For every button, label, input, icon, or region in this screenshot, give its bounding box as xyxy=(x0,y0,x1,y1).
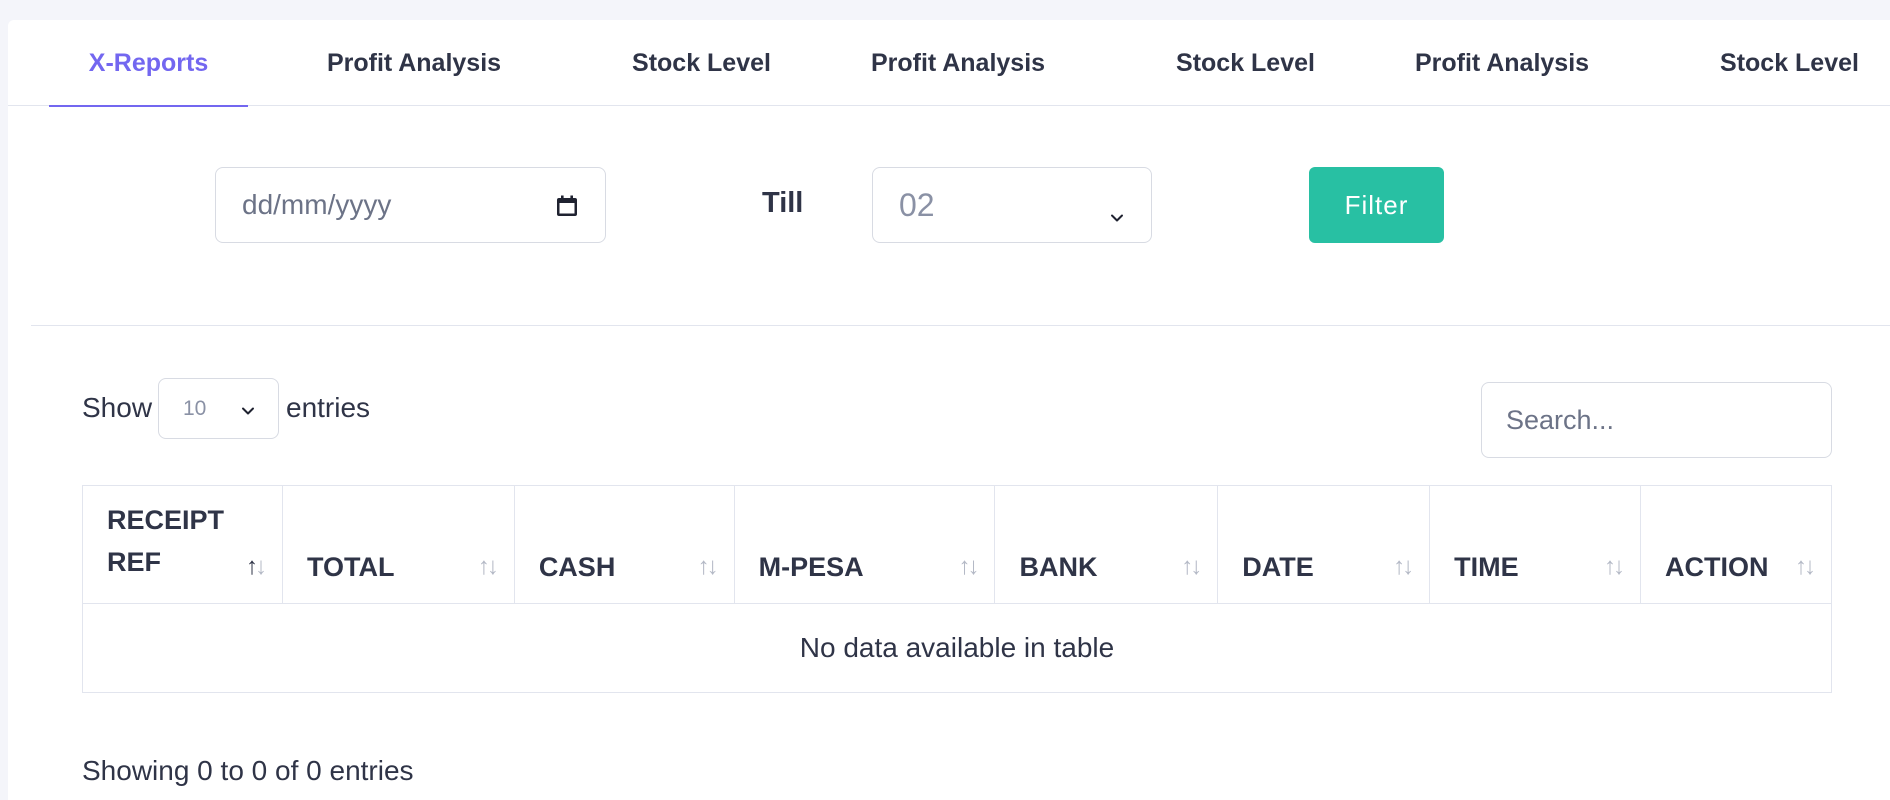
section-divider xyxy=(31,325,1890,326)
sort-icon[interactable]: ↑↓ xyxy=(478,553,499,581)
sort-ascending-icon[interactable]: ↑↓ xyxy=(246,553,267,581)
column-header-date[interactable]: DATE ↑↓ xyxy=(1217,485,1431,604)
column-header-cash[interactable]: CASH ↑↓ xyxy=(513,485,735,604)
show-label: Show xyxy=(82,392,153,423)
table-header-row: RECEIPT REF ↑↓ TOTAL ↑↓ CASH ↑↓ M-PESA ↑… xyxy=(82,485,1832,604)
column-label: TIME xyxy=(1454,552,1519,582)
sort-icon[interactable]: ↑↓ xyxy=(698,553,719,581)
calendar-icon[interactable] xyxy=(555,193,579,217)
till-label: Till xyxy=(762,187,804,219)
column-label: DATE xyxy=(1242,552,1314,582)
table-info: Showing 0 to 0 of 0 entries xyxy=(82,755,414,786)
data-table: RECEIPT REF ↑↓ TOTAL ↑↓ CASH ↑↓ M-PESA ↑… xyxy=(82,485,1832,693)
sort-icon[interactable]: ↑↓ xyxy=(1393,553,1414,581)
column-header-receipt-ref[interactable]: RECEIPT REF ↑↓ xyxy=(82,485,283,604)
column-header-total[interactable]: TOTAL ↑↓ xyxy=(281,485,515,604)
column-header-time[interactable]: TIME ↑↓ xyxy=(1429,485,1641,604)
column-header-mpesa[interactable]: M-PESA ↑↓ xyxy=(733,485,996,604)
tab-stock-level[interactable]: Stock Level xyxy=(614,20,789,106)
tab-profit-analysis[interactable]: Profit Analysis xyxy=(1406,20,1598,106)
column-header-action[interactable]: ACTION ↑↓ xyxy=(1640,485,1832,604)
sort-icon[interactable]: ↑↓ xyxy=(1181,553,1202,581)
chevron-down-icon xyxy=(1109,197,1125,222)
empty-table-message: No data available in table xyxy=(82,603,1832,693)
column-label: ACTION xyxy=(1665,552,1769,582)
entries-label: entries xyxy=(286,392,371,423)
search-input[interactable] xyxy=(1481,382,1832,458)
date-placeholder: dd/mm/yyyy xyxy=(242,189,392,220)
sort-icon[interactable]: ↑↓ xyxy=(958,553,979,581)
column-label: BANK xyxy=(1019,552,1098,582)
tab-x-reports[interactable]: X-Reports xyxy=(49,20,248,107)
column-label: M-PESA xyxy=(758,552,864,582)
filter-button[interactable]: Filter xyxy=(1309,167,1444,243)
tab-stock-level[interactable]: Stock Level xyxy=(1158,20,1333,106)
tab-stock-level[interactable]: Stock Level xyxy=(1702,20,1877,106)
tab-profit-analysis[interactable]: Profit Analysis xyxy=(862,20,1054,106)
sort-icon[interactable]: ↑↓ xyxy=(1795,553,1816,581)
tab-bar: X-Reports Profit Analysis Stock Level Pr… xyxy=(8,20,1890,107)
column-label: TOTAL xyxy=(306,552,395,582)
chevron-down-icon xyxy=(240,401,256,417)
till-select[interactable]: 02 xyxy=(872,167,1152,243)
column-label: CASH xyxy=(538,552,616,582)
column-header-bank[interactable]: BANK ↑↓ xyxy=(994,485,1219,604)
table-row: No data available in table xyxy=(82,603,1832,693)
sort-icon[interactable]: ↑↓ xyxy=(1604,553,1625,581)
date-field[interactable]: dd/mm/yyyy xyxy=(215,167,606,243)
entries-select[interactable]: 10 xyxy=(158,378,279,439)
entries-value: 10 xyxy=(183,396,207,420)
column-label: RECEIPT REF xyxy=(107,505,225,577)
till-value: 02 xyxy=(899,186,935,223)
tab-profit-analysis[interactable]: Profit Analysis xyxy=(318,20,510,106)
